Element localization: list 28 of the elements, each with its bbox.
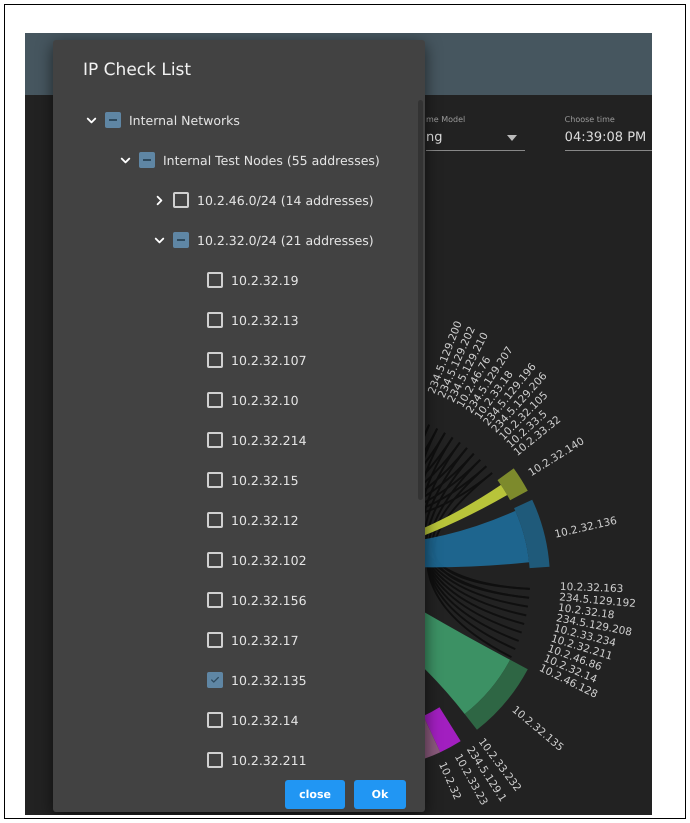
check-icon <box>210 675 220 685</box>
tree-item-label: 10.2.32.14 <box>231 712 299 728</box>
tree-item-label: 10.2.46.0/24 (14 addresses) <box>197 192 374 208</box>
checkbox[interactable] <box>105 112 121 128</box>
select-field[interactable]: ng <box>426 130 525 151</box>
checkbox[interactable] <box>207 672 223 688</box>
field-label: me Model <box>426 115 466 124</box>
tree-item-label: 10.2.32.13 <box>231 312 299 328</box>
checkbox[interactable] <box>173 232 189 248</box>
field-label: Choose time <box>564 115 616 124</box>
tree-item-label: 10.2.32.156 <box>231 592 307 608</box>
tree-item-label: 10.2.32.135 <box>231 672 307 688</box>
tree-item-label: Internal Test Nodes (55 addresses) <box>163 152 380 168</box>
tree-item-label: 10.2.32.12 <box>231 512 299 528</box>
tree-item-label: 10.2.32.15 <box>231 472 299 488</box>
tree-item-label: 10.2.32.19 <box>231 272 299 288</box>
dialog-title: IP Check List <box>82 59 192 82</box>
tree-item-label: 10.2.32.102 <box>231 552 307 568</box>
tree-item-label: 10.2.32.214 <box>231 432 307 448</box>
tree-item-label: 10.2.32.0/24 (21 addresses) <box>197 232 374 248</box>
time-field[interactable]: 04:39:08 PM <box>564 130 652 151</box>
tree-item-label: 10.2.32.10 <box>231 392 299 408</box>
tree-item-label: 10.2.32.211 <box>231 752 307 768</box>
tree-item-label: 10.2.32.107 <box>231 352 307 368</box>
caret-icon <box>506 134 517 140</box>
tree-item-label: 10.2.32.17 <box>231 632 299 648</box>
tree-item-label: Internal Networks <box>129 112 240 128</box>
checkbox[interactable] <box>139 152 155 168</box>
